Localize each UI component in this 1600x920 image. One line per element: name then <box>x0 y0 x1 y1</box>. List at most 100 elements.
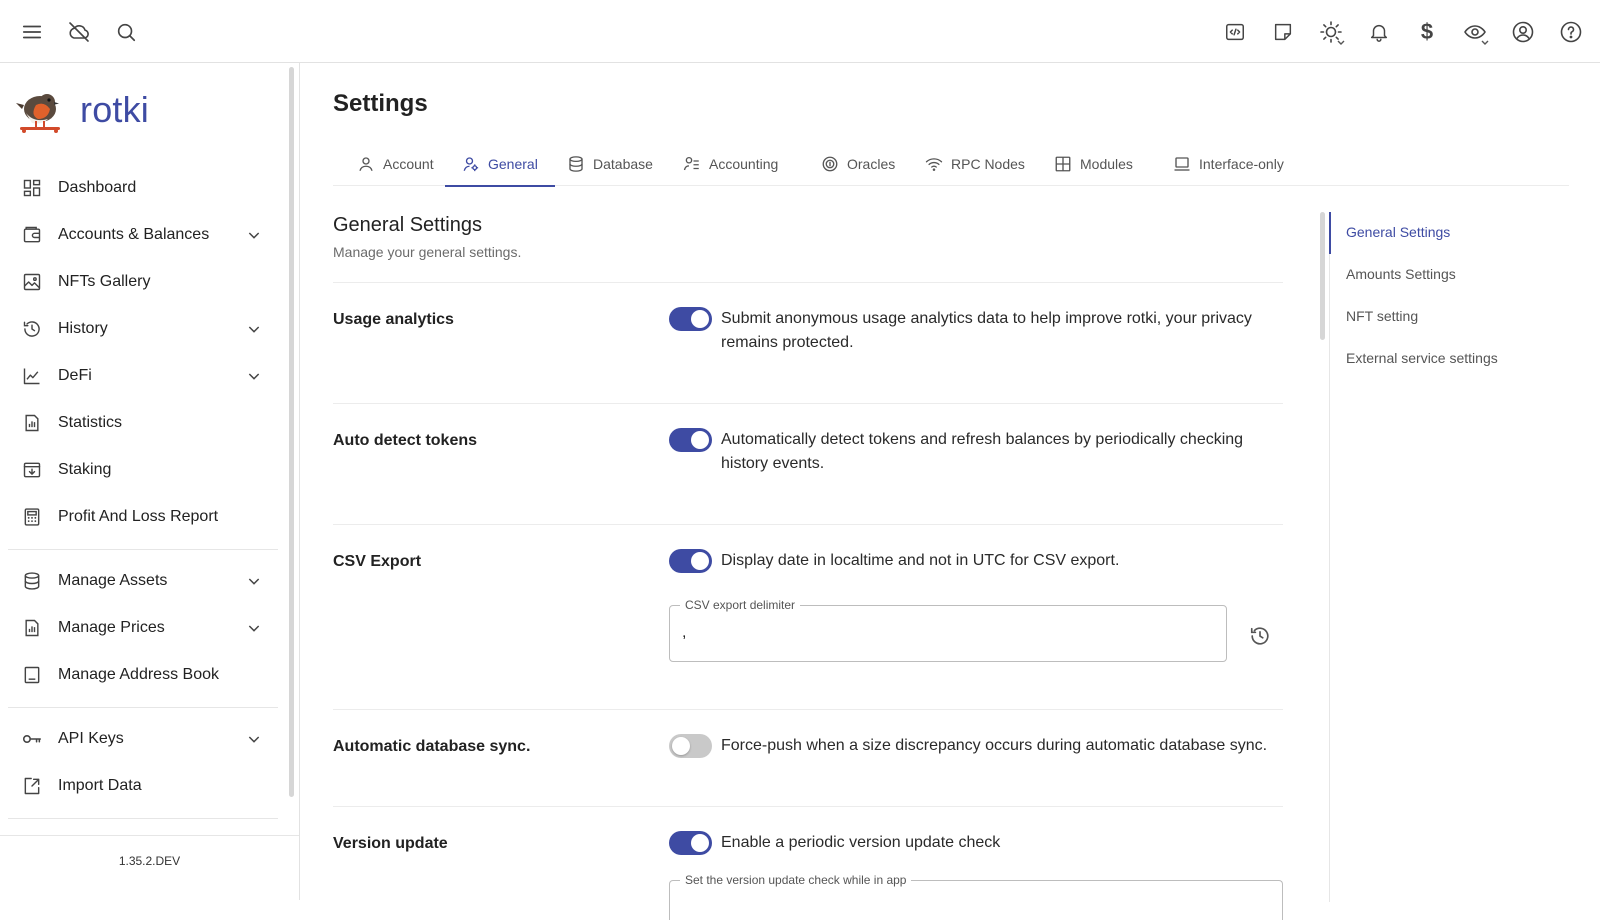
menu-icon[interactable] <box>14 14 50 50</box>
app-name: rotki <box>80 89 150 130</box>
sidebar-item-label: DeFi <box>58 367 92 384</box>
chevron-down-icon[interactable] <box>242 317 266 341</box>
version-check-frequency-field[interactable]: Set the version update check while in ap… <box>669 873 1283 920</box>
tab-oracles[interactable]: Oracles <box>813 142 903 186</box>
sidebar-item-api-keys[interactable]: API Keys <box>8 716 276 762</box>
csv-localtime-description: Display date in localtime and not in UTC… <box>721 552 1120 569</box>
csv-delimiter-field[interactable]: CSV export delimiter , <box>669 598 1227 662</box>
toc-item-amounts-settings[interactable]: Amounts Settings <box>1346 266 1456 282</box>
sidebar-item-manage-address-book[interactable]: Manage Address Book <box>8 652 276 698</box>
sidebar-item-label: Import Data <box>58 777 142 794</box>
row-divider <box>333 403 1283 404</box>
sidebar-item-label: History <box>58 320 108 337</box>
sidebar-item-accounts-balances[interactable]: Accounts & Balances <box>8 212 276 258</box>
chevron-down-icon[interactable] <box>242 727 266 751</box>
help-icon[interactable] <box>1553 14 1589 50</box>
auto-detect-tokens-description: Automatically detect tokens and refresh … <box>721 431 1244 472</box>
wifi-icon <box>925 155 943 173</box>
row-divider <box>333 282 1283 283</box>
database-icon <box>567 155 585 173</box>
calculator-icon <box>21 506 43 528</box>
tab-label: General <box>488 156 538 172</box>
history-icon <box>21 318 43 340</box>
chevron-down-icon[interactable] <box>242 364 266 388</box>
tab-label: Database <box>593 156 653 172</box>
chevron-down-icon[interactable] <box>242 569 266 593</box>
statistics-icon <box>21 412 43 434</box>
csv-export-label: CSV Export <box>333 553 422 570</box>
toc-item-general-settings[interactable]: General Settings <box>1346 224 1450 240</box>
db-sync-description: Force-push when a size discrepancy occur… <box>721 737 1268 754</box>
chart-line-icon <box>21 365 43 387</box>
csv-localtime-toggle[interactable] <box>669 549 712 573</box>
database-icon <box>21 570 43 592</box>
toc-track <box>1329 212 1330 902</box>
search-icon[interactable] <box>108 14 144 50</box>
prices-icon <box>21 617 43 639</box>
auto-detect-tokens-toggle[interactable] <box>669 428 712 452</box>
toc-active-indicator <box>1329 212 1331 254</box>
oracle-icon <box>821 155 839 173</box>
sidebar-item-dashboard[interactable]: Dashboard <box>8 165 276 211</box>
usage-analytics-toggle[interactable] <box>669 307 712 331</box>
db-sync-force-push-toggle[interactable] <box>669 734 712 758</box>
accounting-icon <box>683 155 701 173</box>
tab-interface-only[interactable]: Interface-only <box>1165 142 1292 186</box>
code-icon[interactable] <box>1217 14 1253 50</box>
import-icon <box>21 775 43 797</box>
sidebar-footer: 1.35.2.DEV <box>0 835 299 900</box>
sidebar-item-label: Accounts & Balances <box>58 226 210 243</box>
sidebar-item-staking[interactable]: Staking <box>8 447 276 493</box>
sidebar-item-nfts-gallery[interactable]: NFTs Gallery <box>8 259 276 305</box>
tab-label: RPC Nodes <box>951 156 1025 172</box>
tab-label: Modules <box>1080 156 1133 172</box>
page-title: Settings <box>333 90 428 117</box>
chevron-down-icon[interactable] <box>242 223 266 247</box>
note-icon[interactable] <box>1265 14 1301 50</box>
sidebar-item-label: Staking <box>58 461 112 478</box>
sidebar-divider <box>8 549 278 550</box>
sidebar-item-import-data[interactable]: Import Data <box>8 763 276 809</box>
reset-history-icon[interactable] <box>1244 620 1276 652</box>
sidebar-item-history[interactable]: History <box>8 306 276 352</box>
sidebar-item-statistics[interactable]: Statistics <box>8 400 276 446</box>
sidebar-scrollbar[interactable] <box>289 67 294 797</box>
toggle-knob <box>691 310 709 328</box>
eye-icon[interactable] <box>1457 14 1493 50</box>
chevron-down-icon <box>1337 40 1345 45</box>
row-divider <box>333 806 1283 807</box>
tab-account[interactable]: Account <box>349 142 442 186</box>
sidebar-item-label: Manage Assets <box>58 572 168 589</box>
navigation-sidebar: rotki Dashboard Accounts & Balances NFTs… <box>0 63 300 900</box>
modules-icon <box>1054 155 1072 173</box>
account-icon[interactable] <box>1505 14 1541 50</box>
tab-modules[interactable]: Modules <box>1046 142 1141 186</box>
tab-label: Interface-only <box>1199 156 1284 172</box>
sidebar-item-profit-loss-report[interactable]: Profit And Loss Report <box>8 494 276 540</box>
laptop-icon <box>1173 155 1191 173</box>
sidebar-item-manage-assets[interactable]: Manage Assets <box>8 558 276 604</box>
sidebar-item-defi[interactable]: DeFi <box>8 353 276 399</box>
tab-general[interactable]: General <box>445 142 555 187</box>
user-icon <box>357 155 375 173</box>
sidebar-item-label: API Keys <box>58 730 124 747</box>
version-update-label: Version update <box>333 835 448 852</box>
tab-database[interactable]: Database <box>559 142 661 186</box>
chevron-down-icon[interactable] <box>242 616 266 640</box>
sidebar-item-label: Profit And Loss Report <box>58 508 219 525</box>
sidebar-item-manage-prices[interactable]: Manage Prices <box>8 605 276 651</box>
wallet-icon <box>21 224 43 246</box>
version-update-toggle[interactable] <box>669 831 712 855</box>
sidebar-item-label: Manage Address Book <box>58 666 219 683</box>
bell-icon[interactable] <box>1361 14 1397 50</box>
toc-item-external-service-settings[interactable]: External service settings <box>1346 350 1498 366</box>
content-scrollbar[interactable] <box>1320 212 1325 340</box>
csv-delimiter-label: CSV export delimiter <box>680 598 801 612</box>
cloud-off-icon[interactable] <box>61 14 97 50</box>
theme-icon[interactable] <box>1313 14 1349 50</box>
tab-accounting[interactable]: Accounting <box>675 142 786 186</box>
currency-icon[interactable]: $ <box>1409 14 1445 50</box>
tab-rpc-nodes[interactable]: RPC Nodes <box>917 142 1033 186</box>
toc-item-nft-setting[interactable]: NFT setting <box>1346 308 1418 324</box>
sidebar-item-label: Statistics <box>58 414 123 431</box>
